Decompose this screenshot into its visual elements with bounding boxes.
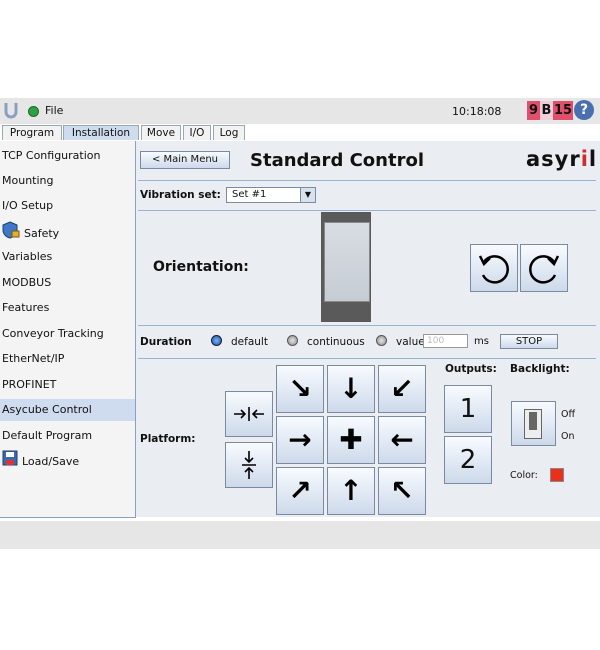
sidebar-item-variables[interactable]: Variables [2, 246, 133, 268]
vibration-set-select[interactable]: Set #1 ▼ [226, 187, 316, 203]
outputs-label: Outputs: [445, 363, 497, 375]
radio-default[interactable] [211, 335, 222, 346]
radio-value-label: value [396, 336, 425, 348]
color-label: Color: [510, 470, 538, 481]
divider [138, 325, 596, 326]
sidebar-item-label: Mounting [2, 174, 54, 187]
divider [138, 210, 596, 211]
rotate-ccw-icon [478, 255, 509, 284]
rotate-counterclockwise-button[interactable] [470, 244, 518, 292]
platform-compress-horizontal-button[interactable] [225, 391, 273, 437]
sidebar-item-label: Features [2, 301, 50, 314]
floppy-disk-icon [2, 450, 18, 474]
platform-up-button[interactable]: ↑ [327, 467, 375, 515]
radio-value[interactable] [376, 335, 387, 346]
brand-text: asyr [526, 147, 581, 171]
platform-center-button[interactable]: ✚ [327, 416, 375, 464]
platform-right-button[interactable]: → [276, 416, 324, 464]
sidebar-item-conveyor-tracking[interactable]: Conveyor Tracking [2, 323, 133, 345]
asyril-logo: asyril [526, 147, 597, 171]
badge-char: 15 [553, 101, 573, 120]
platform-surface [324, 222, 370, 302]
platform-up-right-button[interactable]: ↗ [276, 467, 324, 515]
radio-continuous[interactable] [287, 335, 298, 346]
compress-horizontal-icon [234, 407, 264, 421]
duration-label: Duration [140, 336, 192, 348]
status-indicator-icon [28, 106, 39, 117]
tab-move[interactable]: Move [141, 125, 181, 140]
clock: 10:18:08 [452, 105, 502, 118]
badge-char: B [540, 101, 553, 120]
backlight-label: Backlight: [510, 363, 570, 375]
robot-id-badge: 9 B 15 [527, 101, 573, 120]
platform-down-button[interactable]: ↓ [327, 365, 375, 413]
sidebar-item-profinet[interactable]: PROFINET [2, 374, 133, 396]
sidebar-item-tcp-configuration[interactable]: TCP Configuration [2, 145, 133, 167]
sidebar-item-default-program[interactable]: Default Program [2, 425, 133, 447]
sidebar-item-label: EtherNet/IP [2, 352, 65, 365]
sidebar-item-label: Default Program [2, 429, 93, 442]
rotate-cw-icon [529, 255, 560, 284]
main-menu-button[interactable]: < Main Menu [140, 151, 230, 169]
platform-down-right-button[interactable]: ↘ [276, 365, 324, 413]
sidebar-item-label: Safety [24, 227, 60, 240]
bottom-bar [0, 521, 600, 549]
brand-text: i [580, 147, 589, 171]
sidebar-item-label: PROFINET [2, 378, 57, 391]
help-icon[interactable]: ? [574, 100, 594, 120]
sidebar-item-features[interactable]: Features [2, 297, 133, 319]
top-bar [0, 98, 600, 124]
sidebar-item-io-setup[interactable]: I/O Setup [2, 195, 133, 217]
vibration-set-value: Set #1 [232, 189, 267, 200]
duration-value-input[interactable]: 100 [423, 334, 468, 348]
tab-program[interactable]: Program [2, 125, 62, 140]
radio-default-label: default [231, 336, 268, 348]
sidebar-item-label: Asycube Control [2, 403, 92, 416]
divider [138, 358, 596, 359]
vibration-set-label: Vibration set: [140, 189, 221, 201]
backlight-color-swatch[interactable] [550, 468, 564, 482]
shield-lock-icon [2, 221, 20, 247]
platform-down-left-button[interactable]: ↙ [378, 365, 426, 413]
sidebar-item-ethernet-ip[interactable]: EtherNet/IP [2, 348, 133, 370]
switch-lever-icon [529, 412, 537, 430]
page-title: Standard Control [250, 150, 424, 171]
backlight-off-label: Off [561, 409, 576, 420]
platform-label: Platform: [140, 433, 196, 445]
rotate-clockwise-button[interactable] [520, 244, 568, 292]
sidebar-item-label: Load/Save [22, 455, 80, 468]
output-1-button[interactable]: 1 [444, 385, 492, 433]
file-menu[interactable]: File [45, 104, 63, 117]
platform-up-left-button[interactable]: ↖ [378, 467, 426, 515]
chevron-down-icon: ▼ [300, 188, 315, 202]
tab-log[interactable]: Log [213, 125, 245, 140]
badge-char: 9 [527, 101, 540, 120]
stop-button[interactable]: STOP [500, 334, 558, 349]
sidebar-item-load-save[interactable]: Load/Save [2, 450, 133, 472]
sidebar-item-label: Conveyor Tracking [2, 327, 104, 340]
sidebar-item-label: I/O Setup [2, 199, 54, 212]
output-2-button[interactable]: 2 [444, 436, 492, 484]
compress-vertical-icon [242, 451, 256, 479]
sidebar-item-label: MODBUS [2, 276, 52, 289]
duration-unit-label: ms [474, 336, 489, 347]
divider [138, 180, 596, 181]
sidebar-item-asycube-control[interactable]: Asycube Control [0, 399, 135, 421]
platform-compress-vertical-button[interactable] [225, 442, 273, 488]
sidebar-item-label: TCP Configuration [2, 149, 101, 162]
sidebar-item-modbus[interactable]: MODBUS [2, 272, 133, 294]
radio-continuous-label: continuous [307, 336, 365, 348]
tab-io[interactable]: I/O [183, 125, 211, 140]
sidebar-item-safety[interactable]: Safety [2, 221, 133, 243]
sidebar-item-label: Variables [2, 250, 53, 263]
brand-text: l [588, 147, 598, 171]
platform-left-button[interactable]: ← [378, 416, 426, 464]
ur-logo-icon [4, 101, 18, 119]
orientation-label: Orientation: [153, 259, 249, 275]
backlight-on-label: On [561, 431, 575, 442]
tab-installation[interactable]: Installation [63, 125, 139, 140]
sidebar-item-mounting[interactable]: Mounting [2, 170, 133, 192]
